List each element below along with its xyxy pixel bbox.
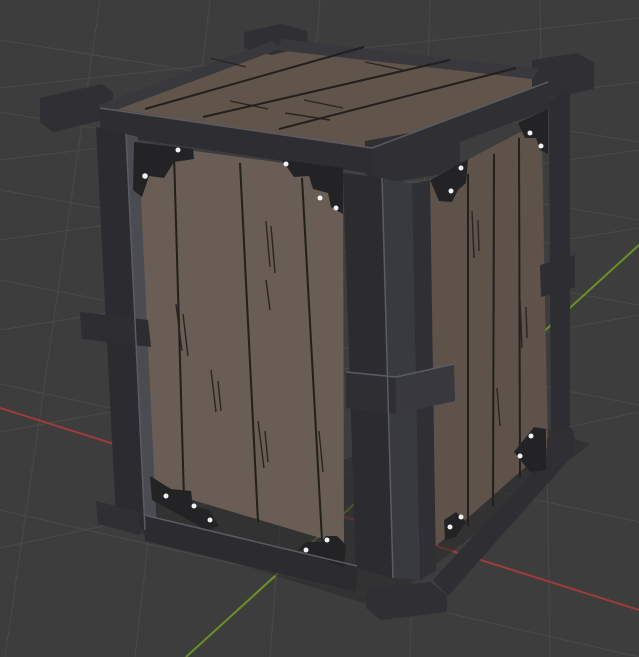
viewport-canvas[interactable] bbox=[0, 0, 639, 657]
3d-viewport[interactable] bbox=[0, 0, 639, 657]
crate-front-panel bbox=[135, 143, 344, 545]
